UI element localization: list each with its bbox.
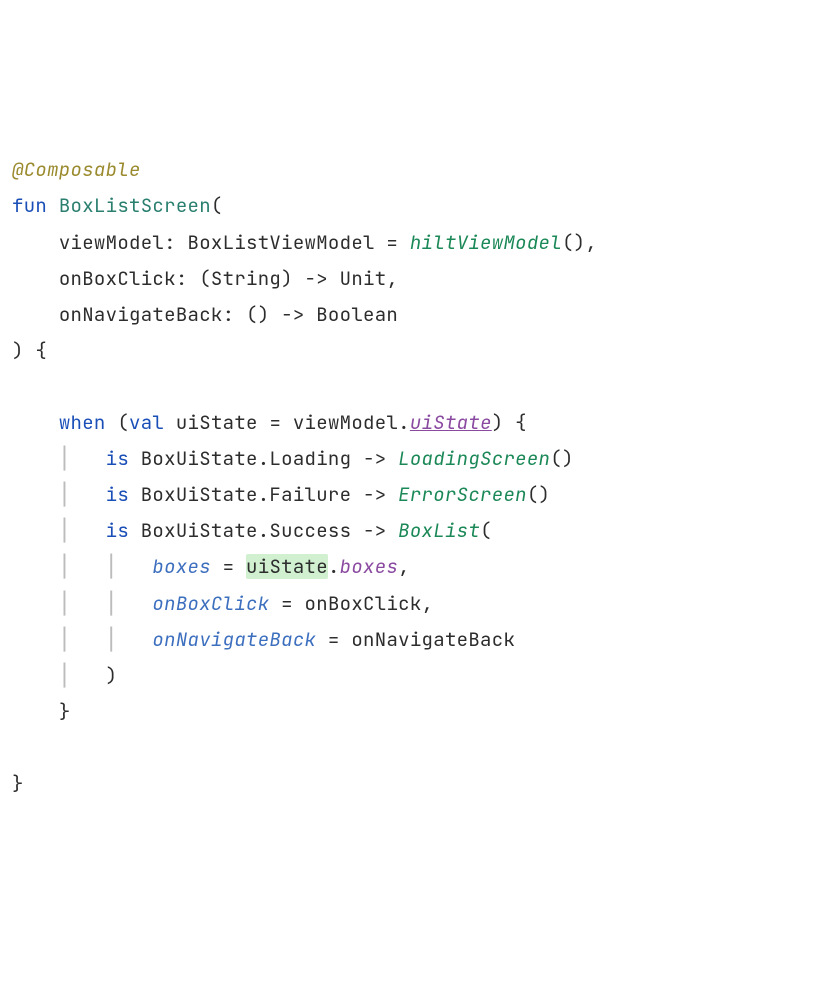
named-arg-onnavigateback: onNavigateBack bbox=[152, 627, 316, 652]
line-param2: onBoxClick: (String) -> Unit, bbox=[12, 261, 810, 297]
prop-uistate: uiState bbox=[410, 410, 492, 435]
line-arg-onnavigateback: │ │ onNavigateBack = onNavigateBack bbox=[12, 622, 810, 658]
equals: = bbox=[375, 230, 410, 255]
line-fun-decl: fun BoxListScreen( bbox=[12, 188, 810, 224]
line-arg-onboxclick: │ │ onBoxClick = onBoxClick, bbox=[12, 586, 810, 622]
call-boxlist: BoxList bbox=[398, 518, 480, 543]
close-brace-when: } bbox=[59, 699, 71, 724]
indent-guide: │ │ bbox=[59, 627, 153, 652]
type-lambda-boolean: () -> Boolean bbox=[246, 302, 398, 327]
call-errorscreen: ErrorScreen bbox=[398, 482, 527, 507]
call-loadingscreen: LoadingScreen bbox=[398, 446, 550, 471]
line-close-when: } bbox=[12, 694, 810, 730]
keyword-is: is bbox=[106, 518, 129, 543]
dot: . bbox=[328, 554, 340, 579]
line-param3: onNavigateBack: () -> Boolean bbox=[12, 297, 810, 333]
keyword-when: when bbox=[59, 410, 106, 435]
dot: . bbox=[398, 410, 410, 435]
keyword-is: is bbox=[106, 446, 129, 471]
parens: () bbox=[550, 446, 573, 471]
line-blank bbox=[12, 369, 810, 405]
keyword-fun: fun bbox=[12, 193, 47, 218]
indent-guide: │ bbox=[59, 518, 106, 543]
line-when: when (val uiState = viewModel.uiState) { bbox=[12, 405, 810, 441]
indent-guide: │ bbox=[59, 482, 106, 507]
line-branch-loading: │ is BoxUiState.Loading -> LoadingScreen… bbox=[12, 441, 810, 477]
indent-guide: │ bbox=[59, 663, 106, 688]
arrow: -> bbox=[363, 446, 386, 471]
annotation-composable: @Composable bbox=[12, 157, 141, 182]
indent-guide: │ bbox=[59, 446, 106, 471]
parens: () bbox=[527, 482, 550, 507]
comma: , bbox=[422, 591, 434, 616]
line-branch-failure: │ is BoxUiState.Failure -> ErrorScreen() bbox=[12, 477, 810, 513]
parens: () bbox=[562, 230, 585, 255]
keyword-val: val bbox=[129, 410, 164, 435]
param-viewmodel: viewModel bbox=[59, 230, 164, 255]
line-close-boxlist: │ ) bbox=[12, 658, 810, 694]
named-arg-onboxclick: onBoxClick bbox=[152, 591, 269, 616]
close-brace-fun: } bbox=[12, 771, 24, 796]
named-arg-boxes: boxes bbox=[152, 554, 211, 579]
member-boxes: boxes bbox=[340, 554, 399, 579]
highlight-uistate: uiState bbox=[246, 554, 328, 579]
comma: , bbox=[386, 266, 398, 291]
line-blank2 bbox=[12, 730, 810, 766]
equals: = bbox=[258, 410, 293, 435]
line-arg-boxes: │ │ boxes = uiState.boxes, bbox=[12, 549, 810, 585]
line-branch-success: │ is BoxUiState.Success -> BoxList( bbox=[12, 513, 810, 549]
var-uistate: uiState bbox=[176, 410, 258, 435]
call-hiltviewmodel: hiltViewModel bbox=[410, 230, 562, 255]
function-name: BoxListScreen bbox=[59, 193, 211, 218]
line-annotation: @Composable bbox=[12, 152, 810, 188]
indent-guide: │ │ bbox=[59, 591, 153, 616]
type-boxlistviewmodel: BoxListViewModel bbox=[188, 230, 375, 255]
line-param1: viewModel: BoxListViewModel = hiltViewMo… bbox=[12, 225, 810, 261]
param-onboxclick: onBoxClick bbox=[59, 266, 176, 291]
paren-open: ( bbox=[211, 193, 223, 218]
line-close-fun: } bbox=[12, 766, 810, 802]
line-body-open: ) { bbox=[12, 333, 810, 369]
code-block: @Composablefun BoxListScreen( viewModel:… bbox=[12, 152, 810, 802]
paren-open: ( bbox=[480, 518, 492, 543]
type-failure: BoxUiState.Failure bbox=[141, 482, 352, 507]
arrow: -> bbox=[363, 482, 386, 507]
arrow: -> bbox=[363, 518, 386, 543]
when-open: ) { bbox=[492, 410, 527, 435]
type-success: BoxUiState.Success bbox=[141, 518, 352, 543]
param-onnavigateback: onNavigateBack bbox=[59, 302, 223, 327]
fun-body-open: ) { bbox=[12, 338, 47, 363]
ref-viewmodel: viewModel bbox=[293, 410, 398, 435]
indent-guide: │ │ bbox=[59, 554, 153, 579]
type-loading: BoxUiState.Loading bbox=[141, 446, 352, 471]
type-lambda-string-unit: (String) -> Unit bbox=[199, 266, 386, 291]
close-paren: ) bbox=[106, 663, 118, 688]
comma: , bbox=[398, 554, 410, 579]
comma: , bbox=[585, 230, 597, 255]
ref-uistate: uiState bbox=[246, 554, 328, 579]
val-onnavigateback: onNavigateBack bbox=[351, 627, 515, 652]
val-onboxclick: onBoxClick bbox=[305, 591, 422, 616]
keyword-is: is bbox=[106, 482, 129, 507]
